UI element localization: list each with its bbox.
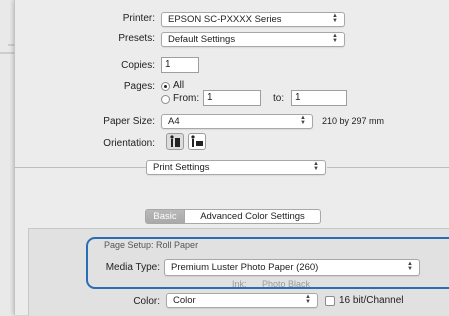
section-popup[interactable]: Print Settings ▲ ▼ xyxy=(146,160,326,175)
presets-value: Default Settings xyxy=(168,34,236,45)
printer-value: EPSON SC-PXXXX Series xyxy=(168,14,282,25)
landscape-orientation-button[interactable] xyxy=(188,133,206,150)
popup-arrows-icon: ▲ ▼ xyxy=(332,13,338,24)
pages-all-radio[interactable] xyxy=(161,82,170,91)
popup-arrows-icon: ▲ ▼ xyxy=(332,33,338,44)
popup-arrows-icon: ▲ ▼ xyxy=(305,294,311,305)
presets-popup[interactable]: Default Settings ▲ ▼ xyxy=(161,32,345,47)
landscape-icon xyxy=(191,135,203,147)
popup-arrows-icon: ▲ ▼ xyxy=(300,115,306,126)
orientation-label: Orientation: xyxy=(103,138,155,149)
pages-label: Pages: xyxy=(123,81,155,92)
tab-advanced-color-settings[interactable]: Advanced Color Settings xyxy=(185,209,321,224)
paper-size-popup[interactable]: A4 ▲ ▼ xyxy=(161,114,313,129)
pages-from-field[interactable]: 1 xyxy=(203,90,261,106)
color-label: Color: xyxy=(133,296,160,307)
printer-popup[interactable]: EPSON SC-PXXXX Series ▲ ▼ xyxy=(161,12,345,27)
color-popup[interactable]: Color ▲ ▼ xyxy=(166,293,318,308)
copies-label: Copies: xyxy=(121,60,155,71)
portrait-orientation-button[interactable] xyxy=(166,133,184,150)
copies-field[interactable]: 1 xyxy=(161,57,199,73)
separator-right xyxy=(327,167,449,168)
pages-to-field[interactable]: 1 xyxy=(291,90,347,106)
popup-arrows-icon: ▲ ▼ xyxy=(313,161,319,172)
separator-left xyxy=(15,167,147,168)
sixteen-bit-label: 16 bit/Channel xyxy=(339,295,404,306)
color-value: Color xyxy=(173,295,196,306)
tab-basic[interactable]: Basic xyxy=(145,209,185,224)
presets-label: Presets: xyxy=(118,33,155,44)
paper-size-label: Paper Size: xyxy=(103,116,155,127)
pages-from-radio[interactable] xyxy=(161,95,170,104)
sixteen-bit-checkbox[interactable] xyxy=(325,296,335,306)
section-popup-value: Print Settings xyxy=(153,162,210,173)
portrait-icon xyxy=(170,135,180,147)
pages-to-label: to: xyxy=(273,93,285,104)
printer-label: Printer: xyxy=(122,13,155,24)
pages-all-label: All xyxy=(173,80,185,91)
paper-size-value: A4 xyxy=(168,116,180,127)
pages-from-label: From: xyxy=(173,93,200,104)
media-type-highlight xyxy=(86,237,449,289)
paper-dimensions: 210 by 297 mm xyxy=(322,116,385,126)
